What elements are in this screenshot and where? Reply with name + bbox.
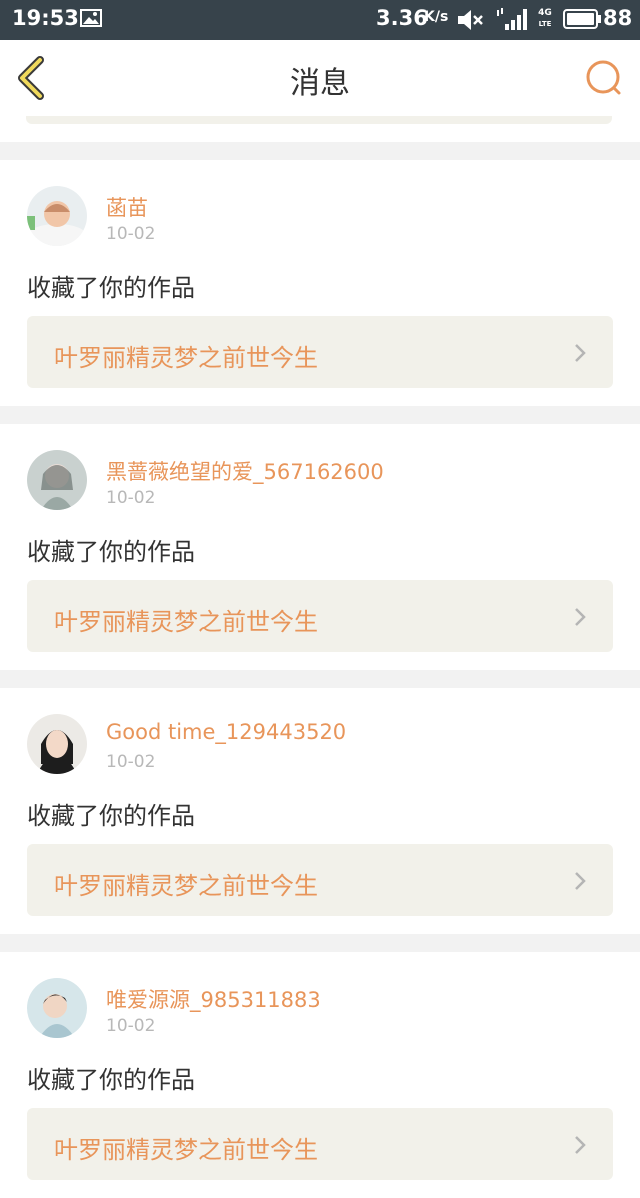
avatar[interactable] — [27, 978, 87, 1038]
search-button[interactable] — [584, 58, 624, 98]
message-card: Good time_129443520 10-02 收藏了你的作品 叶罗丽精灵梦… — [0, 688, 640, 934]
work-link[interactable]: 叶罗丽精灵梦之前世今生 — [27, 580, 613, 652]
message-card: 黑蔷薇绝望的爱_567162600 10-02 收藏了你的作品 叶罗丽精灵梦之前… — [0, 424, 640, 670]
girl-photo-icon — [27, 450, 87, 510]
woman-photo-icon — [27, 714, 87, 774]
chevron-right-icon — [575, 1136, 586, 1154]
work-title: 叶罗丽精灵梦之前世今生 — [54, 608, 318, 636]
baby-photo-icon — [27, 186, 87, 246]
network-speed: 3.36 — [376, 6, 428, 30]
network-type: 4G LTE — [538, 8, 552, 28]
message-text: 收藏了你的作品 — [27, 274, 195, 302]
message-date: 10-02 — [106, 752, 156, 772]
work-link[interactable]: 叶罗丽精灵梦之前世今生 — [27, 316, 613, 388]
work-title: 叶罗丽精灵梦之前世今生 — [54, 344, 318, 372]
message-date: 10-02 — [106, 1016, 156, 1036]
signal-icon — [497, 8, 527, 30]
status-time: 19:53 — [12, 6, 79, 30]
message-date: 10-02 — [106, 488, 156, 508]
message-date: 10-02 — [106, 224, 156, 244]
message-text: 收藏了你的作品 — [27, 802, 195, 830]
work-link[interactable]: 叶罗丽精灵梦之前世今生 — [27, 844, 613, 916]
chevron-right-icon — [575, 608, 586, 626]
work-title: 叶罗丽精灵梦之前世今生 — [54, 1136, 318, 1164]
previous-work-link[interactable] — [26, 116, 612, 124]
user-name[interactable]: 菡苗 — [106, 192, 148, 222]
avatar[interactable] — [27, 714, 87, 774]
user-name[interactable]: 唯爱源源_985311883 — [106, 984, 321, 1014]
message-text: 收藏了你的作品 — [27, 1066, 195, 1094]
battery-level: 88 — [603, 6, 633, 30]
message-card: 唯爱源源_985311883 10-02 收藏了你的作品 叶罗丽精灵梦之前世今生 — [0, 952, 640, 1198]
page-title: 消息 — [290, 66, 350, 101]
work-link[interactable]: 叶罗丽精灵梦之前世今生 — [27, 1108, 613, 1180]
image-icon — [80, 9, 102, 27]
chevron-right-icon — [575, 872, 586, 890]
work-title: 叶罗丽精灵梦之前世今生 — [54, 872, 318, 900]
avatar[interactable] — [27, 186, 87, 246]
previous-card — [0, 116, 640, 142]
nav-bar: 消息 — [0, 40, 640, 117]
message-card: 菡苗 10-02 收藏了你的作品 叶罗丽精灵梦之前世今生 — [0, 160, 640, 406]
status-bar: 19:53 3.36 K/s 4G LTE 88 — [0, 0, 640, 40]
user-name[interactable]: Good time_129443520 — [106, 720, 346, 744]
network-speed-unit: K/s — [424, 9, 449, 25]
user-name[interactable]: 黑蔷薇绝望的爱_567162600 — [106, 456, 384, 486]
avatar[interactable] — [27, 450, 87, 510]
battery-icon — [563, 9, 601, 29]
message-text: 收藏了你的作品 — [27, 538, 195, 566]
chevron-right-icon — [575, 344, 586, 362]
mute-icon — [458, 10, 483, 30]
boy-photo-icon — [27, 978, 87, 1038]
search-icon — [586, 60, 621, 95]
